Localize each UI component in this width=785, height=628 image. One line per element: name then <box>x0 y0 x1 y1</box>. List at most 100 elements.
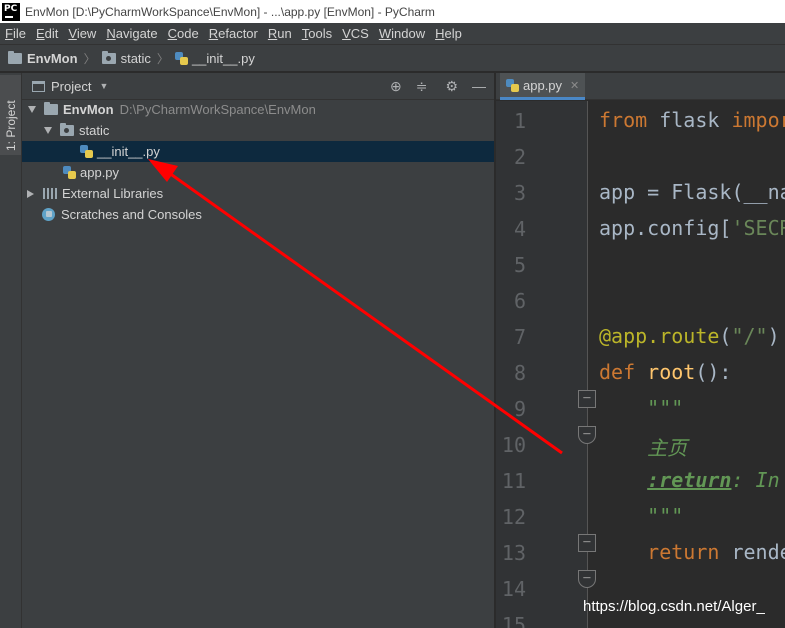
window-title: EnvMon [D:\PyCharmWorkSpance\EnvMon] - .… <box>25 4 435 19</box>
close-icon[interactable]: ✕ <box>570 79 579 92</box>
folder-icon <box>101 50 116 64</box>
python-file-icon <box>63 166 76 179</box>
menu-refactor[interactable]: Refactor <box>204 23 263 45</box>
project-panel-header: Project ▼ ⊕ ≑ ⚙ — <box>22 73 494 100</box>
fold-end-icon[interactable]: − <box>578 426 596 444</box>
code-line-13: return rende <box>599 540 785 564</box>
locate-icon[interactable]: ⊕ <box>390 78 402 95</box>
line-number: 7 <box>513 325 526 349</box>
folder-icon <box>44 102 58 115</box>
minimize-icon[interactable]: — <box>472 78 486 94</box>
code-token: ( <box>719 324 732 348</box>
tab-app-py[interactable]: app.py ✕ <box>500 73 586 100</box>
code-line-10: 主页 <box>599 436 688 460</box>
tree-item-init[interactable]: __init__.py <box>22 141 494 162</box>
tree-app-label: app.py <box>80 165 120 180</box>
menu-file[interactable]: File <box>0 23 31 45</box>
editor-gutter: 1 2 3 4 5 6 7 8 9 10 11 12 13 14 15 − − … <box>496 101 596 628</box>
menu-tools[interactable]: Tools <box>297 23 337 45</box>
line-number: 11 <box>501 469 526 493</box>
breadcrumb-file[interactable]: __init__.py <box>192 51 255 66</box>
chevron-right-icon: 〉 <box>83 51 96 66</box>
project-panel: Project ▼ ⊕ ≑ ⚙ — EnvMon D:\PyCharmWorkS… <box>22 73 495 628</box>
line-number: 9 <box>513 397 526 421</box>
code-token: ) <box>767 324 780 348</box>
code-line-4: app.config['SECR <box>599 216 785 240</box>
code-token: app.config[ <box>599 216 732 240</box>
fold-icon[interactable]: − <box>578 534 596 552</box>
code-line-3: app = Flask(__na <box>599 180 785 204</box>
code-token: "/" <box>731 324 768 348</box>
menu-window[interactable]: Window <box>374 23 430 45</box>
fold-icon[interactable]: − <box>578 390 596 408</box>
line-number: 6 <box>513 289 526 313</box>
menu-edit[interactable]: Edit <box>31 23 63 45</box>
collapse-all-icon[interactable]: ≑ <box>416 78 428 95</box>
chevron-down-icon[interactable]: ▼ <box>99 81 108 91</box>
tool-window-stripe: 1: Project <box>0 73 22 628</box>
fold-end-icon[interactable]: − <box>578 570 596 588</box>
folder-icon <box>60 123 74 136</box>
expand-arrow-icon[interactable] <box>28 106 36 113</box>
menu-navigate[interactable]: Navigate <box>101 23 162 45</box>
code-line-7: @app.route("/") <box>599 324 780 348</box>
line-number: 1 <box>513 109 526 133</box>
folder-icon <box>8 50 22 64</box>
line-number: 15 <box>501 613 526 628</box>
menu-code[interactable]: Code <box>163 23 204 45</box>
line-number: 5 <box>513 253 526 277</box>
python-file-icon <box>506 78 519 92</box>
code-line-8: def root(): <box>599 360 731 384</box>
tree-root-name: EnvMon <box>63 102 114 117</box>
tree-item-app[interactable]: app.py <box>22 162 494 183</box>
scratches-icon <box>42 208 55 221</box>
line-number: 13 <box>501 541 526 565</box>
tree-extlib-label: External Libraries <box>62 186 164 201</box>
tree-scratches-label: Scratches and Consoles <box>61 207 202 222</box>
code-token: root <box>647 360 696 384</box>
project-panel-title[interactable]: Project <box>51 79 91 94</box>
gear-icon[interactable]: ⚙ <box>445 78 458 95</box>
watermark: https://blog.csdn.net/Alger_ <box>583 598 765 615</box>
code-line-12: """ <box>599 504 684 528</box>
tree-item-root[interactable]: EnvMon D:\PyCharmWorkSpance\EnvMon <box>22 99 494 120</box>
project-panel-toolbar: ⊕ ≑ ⚙ — <box>390 73 486 99</box>
project-icon <box>32 80 45 92</box>
chevron-right-icon: 〉 <box>156 51 169 66</box>
menu-view[interactable]: View <box>63 23 101 45</box>
line-number: 8 <box>513 361 526 385</box>
code-token: from <box>599 108 648 132</box>
tree-item-scratches[interactable]: Scratches and Consoles <box>22 204 494 225</box>
line-number: 10 <box>501 433 526 457</box>
tree-init-label: __init__.py <box>97 144 160 159</box>
pycharm-logo-icon: PC <box>2 2 20 21</box>
menu-vcs[interactable]: VCS <box>337 23 374 45</box>
code-token: rende <box>719 540 785 564</box>
tree-item-static[interactable]: static <box>22 120 494 141</box>
library-icon <box>43 188 57 199</box>
expand-arrow-icon[interactable] <box>44 127 52 134</box>
code-line-11: :return: In <box>599 468 780 492</box>
expand-arrow-icon[interactable] <box>27 189 34 198</box>
breadcrumb-folder[interactable]: static <box>121 51 151 66</box>
line-number: 3 <box>513 181 526 205</box>
project-tool-tab[interactable]: 1: Project <box>0 75 21 155</box>
title-bar: PC EnvMon [D:\PyCharmWorkSpance\EnvMon] … <box>0 0 785 23</box>
code-token: @app.route <box>599 324 720 348</box>
python-file-icon <box>80 145 93 158</box>
code-token: 'SECR <box>731 216 785 240</box>
code-token: : In <box>731 468 780 492</box>
line-number: 14 <box>501 577 526 601</box>
code-token: (): <box>695 360 732 384</box>
tree-item-external-libraries[interactable]: External Libraries <box>22 183 494 204</box>
menu-run[interactable]: Run <box>263 23 297 45</box>
code-token: flask <box>647 108 732 132</box>
tab-app-py-label: app.py <box>523 77 563 93</box>
menu-help[interactable]: Help <box>430 23 467 45</box>
tree-static-label: static <box>79 123 110 138</box>
line-number: 12 <box>501 505 526 529</box>
line-number: 4 <box>513 217 526 241</box>
breadcrumb-project[interactable]: EnvMon <box>27 51 78 66</box>
